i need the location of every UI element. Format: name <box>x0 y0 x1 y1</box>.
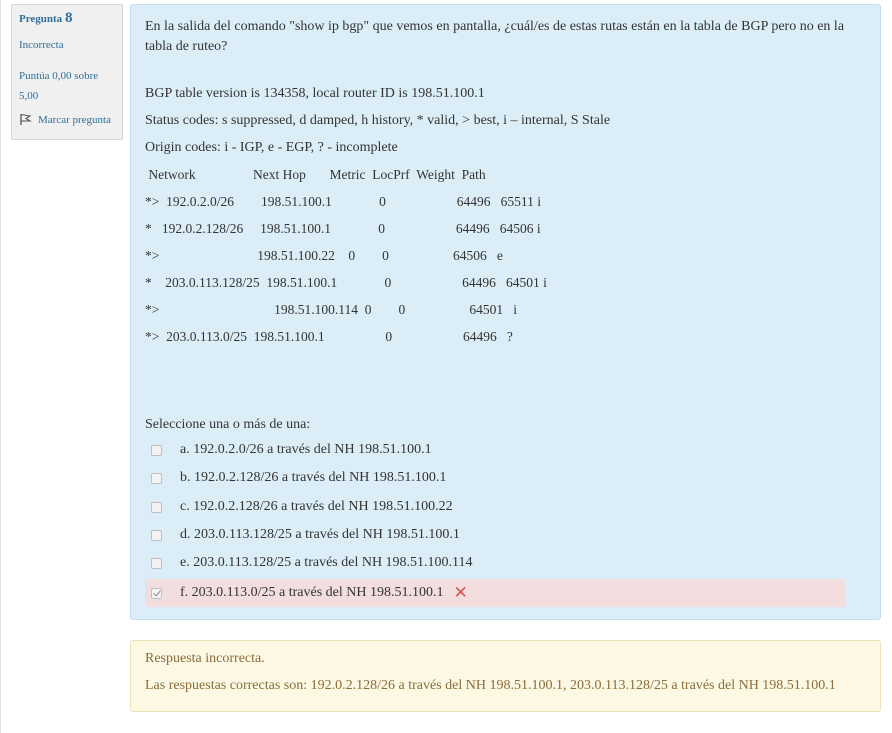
answer-option-b[interactable]: b. 192.0.2.128/26 a través del NH 198.51… <box>145 465 845 491</box>
option-text: 203.0.113.128/25 a través del NH 198.51.… <box>193 555 473 570</box>
answer-option-e[interactable]: e. 203.0.113.128/25 a través del NH 198.… <box>145 550 845 576</box>
output-table-row: *> 198.51.100.22 0 0 64506 e <box>145 248 503 263</box>
answer-prompt: Seleccione una o más de una: <box>145 417 311 432</box>
option-letter: c. <box>180 499 190 514</box>
output-table-row: *> 192.0.2.0/26 198.51.100.1 0 64496 655… <box>145 194 541 209</box>
option-checkbox[interactable] <box>151 444 162 456</box>
option-text: 203.0.113.0/25 a través del NH 198.51.10… <box>191 585 444 600</box>
answer-option-f[interactable]: f. 203.0.113.0/25 a través del NH 198.51… <box>145 579 845 607</box>
option-letter: d. <box>180 527 191 542</box>
option-text: 192.0.2.128/26 a través del NH 198.51.10… <box>194 470 447 485</box>
flag-question-label: Marcar pregunta <box>38 113 111 126</box>
output-line: BGP table version is 134358, local route… <box>145 86 485 101</box>
question-content: En la salida del comando "show ip bgp" q… <box>130 4 881 620</box>
option-letter: a. <box>180 442 190 457</box>
output-line: Origin codes: i - IGP, e - EGP, ? - inco… <box>145 140 398 155</box>
question-number: Pregunta 8 <box>19 10 115 27</box>
right-answer-text: Las respuestas correctas son: 192.0.2.12… <box>145 678 836 693</box>
output-table-header: Network Next Hop Metric LocPrf Weight Pa… <box>145 167 486 182</box>
answer-option-d[interactable]: d. 203.0.113.128/25 a través del NH 198.… <box>145 522 845 548</box>
feedback-text: Respuesta incorrecta. <box>145 651 265 666</box>
option-checkbox[interactable] <box>151 557 162 569</box>
option-letter: e. <box>180 555 190 570</box>
question-state: Incorrecta <box>19 39 64 51</box>
option-checkbox-checked[interactable] <box>151 587 162 599</box>
option-letter: f. <box>180 585 189 600</box>
option-checkbox[interactable] <box>151 529 162 541</box>
output-table-row: *> 203.0.113.0/25 198.51.100.1 0 64496 ? <box>145 329 513 344</box>
output-table-row: * 192.0.2.128/26 198.51.100.1 0 64496 64… <box>145 221 541 236</box>
output-table-row: * 203.0.113.128/25 198.51.100.1 0 64496 … <box>145 275 547 290</box>
question-grade: Puntúa 0,00 sobre 5,00 <box>19 70 99 102</box>
output-table-row: *> 198.51.100.114 0 0 64501 i <box>145 302 517 317</box>
option-checkbox[interactable] <box>151 472 162 484</box>
option-text: 192.0.2.128/26 a través del NH 198.51.10… <box>193 499 453 514</box>
incorrect-x-icon: ✕ <box>453 582 468 603</box>
option-letter: b. <box>180 470 191 485</box>
option-text: 192.0.2.0/26 a través del NH 198.51.100.… <box>193 442 432 457</box>
option-text: 203.0.113.128/25 a través del NH 198.51.… <box>194 527 460 542</box>
question-outcome: Respuesta incorrecta. Las respuestas cor… <box>130 640 881 712</box>
option-checkbox[interactable] <box>151 501 162 513</box>
question-info-panel: Pregunta 8 Incorrecta Puntúa 0,00 sobre … <box>11 4 123 140</box>
output-line: Status codes: s suppressed, d damped, h … <box>145 113 611 128</box>
answer-option-c[interactable]: c. 192.0.2.128/26 a través del NH 198.51… <box>145 494 845 520</box>
question-number-value: 8 <box>64 10 73 26</box>
page-left-border <box>0 0 1 733</box>
flag-question-link[interactable]: Marcar pregunta <box>19 113 111 126</box>
flag-icon <box>20 113 32 125</box>
question-text: En la salida del comando "show ip bgp" q… <box>145 19 845 54</box>
answer-option-a[interactable]: a. 192.0.2.0/26 a través del NH 198.51.1… <box>145 437 845 463</box>
question-label: Pregunta <box>19 13 63 25</box>
